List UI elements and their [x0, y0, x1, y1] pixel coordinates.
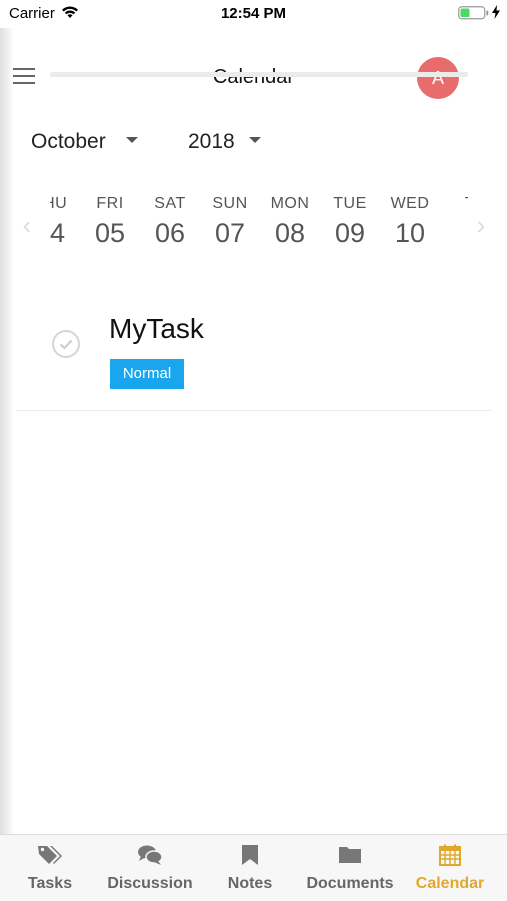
tab-documents[interactable]: Documents	[300, 835, 400, 901]
bottom-tab-bar: Tasks Discussion Notes Documents Calenda…	[0, 834, 507, 901]
day-name: T	[440, 195, 468, 213]
week-days-scroller[interactable]: THU 04 FRI 05 SAT 06 SUN 07 MON 08 TUE 0…	[50, 190, 468, 268]
day-item[interactable]: WED 10	[380, 190, 440, 249]
chat-bubbles-icon	[137, 844, 163, 871]
year-select-value: 2018	[188, 130, 235, 153]
task-title: MyTask	[109, 313, 204, 344]
tags-icon	[37, 844, 63, 871]
day-item[interactable]: THU 04	[50, 190, 80, 249]
tab-label: Discussion	[107, 875, 193, 892]
day-name: MON	[270, 195, 310, 212]
day-number: 07	[214, 218, 246, 248]
day-item[interactable]: FRI 05	[80, 190, 140, 249]
month-select[interactable]: October	[31, 130, 138, 154]
day-number: 06	[154, 218, 186, 248]
month-select-value: October	[31, 130, 106, 153]
tab-tasks[interactable]: Tasks	[0, 835, 100, 901]
tab-label: Tasks	[27, 875, 73, 892]
day-number: 09	[334, 218, 366, 248]
status-bar: Carrier 12:54 PM	[0, 0, 507, 28]
folder-icon	[338, 844, 362, 869]
status-time: 12:54 PM	[220, 5, 287, 22]
drawer-edge-shadow	[0, 28, 14, 834]
day-number: 04	[50, 218, 66, 248]
tab-calendar[interactable]: Calendar	[400, 835, 500, 901]
calendar-icon	[439, 844, 461, 871]
day-name: SAT	[154, 195, 186, 212]
tab-label: Calendar	[415, 875, 485, 892]
day-item[interactable]: SUN 07	[200, 190, 260, 249]
day-number: 08	[274, 218, 306, 248]
app-header: Calendar A	[0, 50, 507, 104]
tab-discussion[interactable]: Discussion	[100, 835, 200, 901]
year-select[interactable]: 2018	[188, 130, 261, 154]
tab-label: Documents	[306, 875, 394, 892]
day-name: THU	[50, 195, 68, 212]
bookmark-icon	[241, 844, 259, 871]
week-scroll-track	[50, 72, 468, 77]
battery-icon	[458, 6, 490, 24]
day-name: SUN	[212, 195, 248, 212]
day-number: 05	[94, 218, 126, 248]
priority-badge: Normal	[110, 359, 184, 389]
task-list-item[interactable]: MyTask Normal	[16, 300, 492, 411]
check-circle-icon[interactable]	[52, 330, 80, 358]
avatar[interactable]: A	[417, 57, 459, 99]
tab-label: Notes	[227, 875, 273, 892]
week-strip: ‹ THU 04 FRI 05 SAT 06 SUN 07 MON 08	[0, 190, 507, 270]
charging-icon	[492, 5, 500, 23]
day-name: FRI	[96, 195, 124, 212]
chevron-down-icon	[248, 137, 261, 144]
day-item[interactable]: MON 08	[260, 190, 320, 249]
day-name: WED	[390, 195, 430, 212]
day-name: TUE	[333, 195, 367, 212]
chevron-right-icon[interactable]: ›	[472, 212, 490, 238]
chevron-left-icon[interactable]: ‹	[18, 212, 36, 238]
day-item[interactable]: TUE 09	[320, 190, 380, 249]
day-number: 10	[394, 218, 426, 248]
tab-notes[interactable]: Notes	[200, 835, 300, 901]
day-item[interactable]: T	[440, 190, 468, 218]
chevron-down-icon	[125, 137, 138, 144]
day-item[interactable]: SAT 06	[140, 190, 200, 249]
